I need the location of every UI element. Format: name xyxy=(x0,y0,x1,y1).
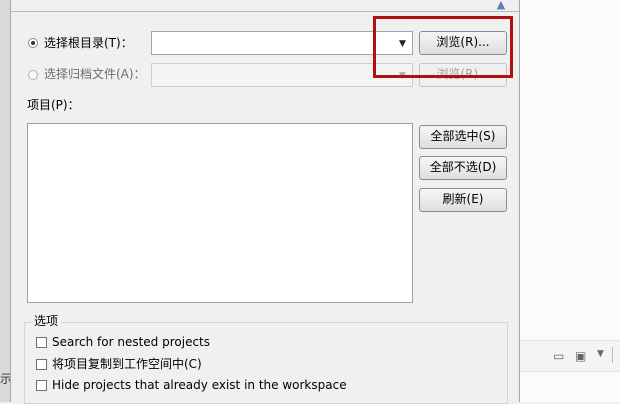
hide-existing-checkbox[interactable] xyxy=(36,380,47,391)
background-window-edge xyxy=(0,0,10,402)
toolbar-divider xyxy=(612,347,613,363)
new-folder-icon[interactable]: ▭ xyxy=(553,349,564,363)
projects-label: 项目(P)： xyxy=(27,98,80,112)
background-edge-text: 示 xyxy=(0,372,10,386)
header-separator xyxy=(10,11,520,12)
hide-existing-label: Hide projects that already exist in the … xyxy=(52,378,347,392)
archive-file-label: 选择归档文件(A)： xyxy=(44,67,146,81)
chevron-down-icon[interactable]: ▼ xyxy=(597,349,604,359)
monitor-icon[interactable]: ▣ xyxy=(575,349,586,363)
background-ide-toolbar: ▭ ▣ ▼ xyxy=(520,340,620,372)
archive-file-radio[interactable] xyxy=(28,70,38,80)
nested-projects-label: Search for nested projects xyxy=(52,335,211,349)
projects-list[interactable] xyxy=(27,123,413,303)
root-dir-label: 选择根目录(T)： xyxy=(44,36,133,50)
scroll-up-arrow-icon[interactable]: ▲ xyxy=(494,0,508,10)
refresh-button[interactable]: 刷新(E) xyxy=(419,188,507,212)
copy-to-workspace-checkbox[interactable] xyxy=(36,359,47,370)
select-all-button[interactable]: 全部选中(S) xyxy=(419,125,507,149)
deselect-all-button[interactable]: 全部不选(D) xyxy=(419,156,507,180)
root-dir-radio[interactable] xyxy=(28,38,38,48)
options-title: 选项 xyxy=(31,314,62,328)
copy-to-workspace-label: 将项目复制到工作空间中(C) xyxy=(52,357,202,371)
annotation-highlight-box xyxy=(373,16,513,78)
nested-projects-checkbox[interactable] xyxy=(36,337,47,348)
